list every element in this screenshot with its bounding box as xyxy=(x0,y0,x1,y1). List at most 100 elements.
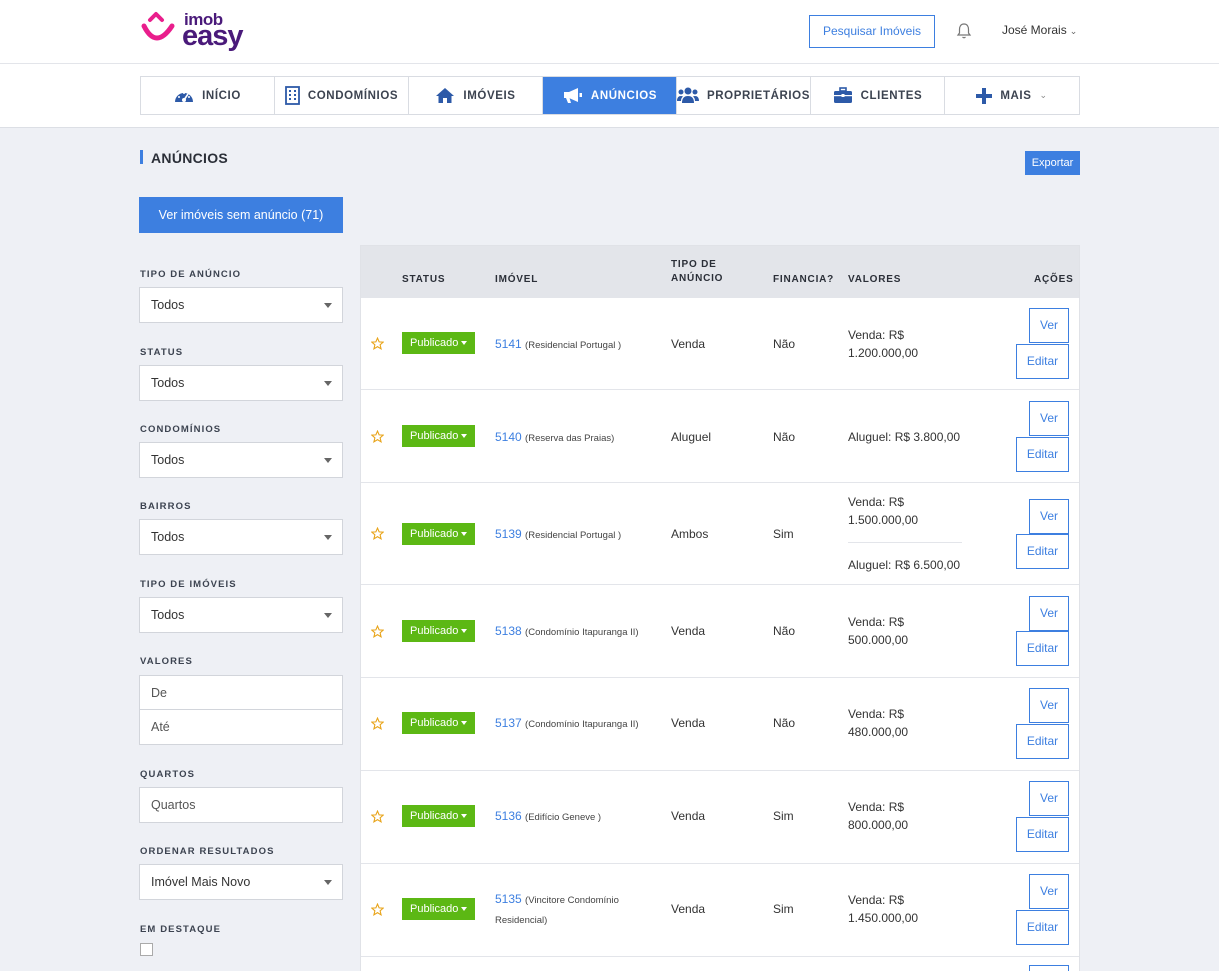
star-icon[interactable] xyxy=(371,717,384,730)
top-header: imob easy Pesquisar Imóveis José Morais ⌄ xyxy=(0,0,1219,64)
financia-cell: Sim xyxy=(773,902,794,916)
nav-item-anuncios[interactable]: ANÚNCIOS xyxy=(543,77,677,114)
tipo-anuncio-select[interactable]: Todos xyxy=(139,287,343,323)
bell-icon[interactable] xyxy=(955,22,973,40)
nav-item-imoveis[interactable]: IMÓVEIS xyxy=(409,77,543,114)
edit-button[interactable]: Editar xyxy=(1016,534,1069,569)
imovel-link[interactable]: 5135 xyxy=(495,892,522,906)
view-button[interactable]: Ver xyxy=(1029,308,1069,343)
filter-label-tipo-imoveis: TIPO DE IMÓVEIS xyxy=(140,579,237,590)
quartos-input[interactable]: Quartos xyxy=(139,787,343,823)
imovel-link[interactable]: 5139 xyxy=(495,527,522,541)
logo[interactable]: imob easy xyxy=(140,10,244,54)
status-dropdown[interactable]: Publicado xyxy=(402,805,475,827)
tipo-cell: Ambos xyxy=(671,527,709,541)
status-dropdown[interactable]: Publicado xyxy=(402,712,475,734)
briefcase-icon xyxy=(833,87,852,103)
status-dropdown[interactable]: Publicado xyxy=(402,523,475,545)
chevron-down-icon: ⌄ xyxy=(1069,26,1078,36)
user-menu[interactable]: José Morais ⌄ xyxy=(1002,23,1077,37)
th-acoes: AÇÕES xyxy=(1034,274,1074,285)
main-nav: INÍCIO CONDOMÍNIOS IMÓVEIS ANÚNCIOS PROP… xyxy=(140,76,1080,115)
ads-table: STATUS IMÓVEL TIPO DE ANÚNCIO FINANCIA? … xyxy=(360,245,1080,971)
imovel-link[interactable]: 5137 xyxy=(495,716,522,730)
logo-smile-icon xyxy=(141,12,175,41)
building-icon xyxy=(284,86,300,105)
financia-cell: Não xyxy=(773,624,796,638)
nav-item-proprietarios[interactable]: PROPRIETÁRIOS xyxy=(677,77,811,114)
valor-cell: Venda: R$ 800.000,00 xyxy=(848,800,909,832)
destaque-checkbox[interactable] xyxy=(140,943,153,956)
view-button[interactable] xyxy=(1029,965,1069,971)
star-icon[interactable] xyxy=(371,527,384,540)
tipo-cell: Venda xyxy=(671,624,706,638)
status-label: Publicado xyxy=(410,625,459,637)
nav-item-inicio[interactable]: INÍCIO xyxy=(141,77,275,114)
valor-ate-input[interactable]: Até xyxy=(139,709,343,745)
edit-button[interactable]: Editar xyxy=(1016,344,1069,379)
imovel-link[interactable]: 5136 xyxy=(495,809,522,823)
tipo-cell: Aluguel xyxy=(671,430,712,444)
star-icon[interactable] xyxy=(371,810,384,823)
financia-cell: Sim xyxy=(773,809,794,823)
nav-label: CONDOMÍNIOS xyxy=(307,89,399,102)
th-valores: VALORES xyxy=(848,274,902,285)
properties-without-ad-button[interactable]: Ver imóveis sem anúncio (71) xyxy=(139,197,343,233)
th-tipo-anuncio: TIPO DE ANÚNCIO xyxy=(671,259,724,284)
caret-down-icon xyxy=(324,613,332,618)
nav-item-clientes[interactable]: CLIENTES xyxy=(811,77,945,114)
financia-cell: Não xyxy=(773,716,796,730)
imovel-link[interactable]: 5140 xyxy=(495,430,522,444)
plus-icon xyxy=(976,87,993,104)
nav-label: ANÚNCIOS xyxy=(590,89,658,102)
status-dropdown[interactable]: Publicado xyxy=(402,425,475,447)
status-select[interactable]: Todos xyxy=(139,365,343,401)
status-dropdown[interactable]: Publicado xyxy=(402,898,475,920)
home-icon xyxy=(436,88,455,103)
valor-cell-secondary: Aluguel: R$ 6.500,00 xyxy=(848,558,961,572)
nav-item-mais[interactable]: MAIS ⌄ xyxy=(945,77,1079,114)
tipo-cell: Venda xyxy=(671,902,706,916)
filter-label-bairros: BAIRROS xyxy=(140,501,192,512)
bairros-select[interactable]: Todos xyxy=(139,519,343,555)
edit-button[interactable]: Editar xyxy=(1016,437,1069,472)
main-navbar: INÍCIO CONDOMÍNIOS IMÓVEIS ANÚNCIOS PROP… xyxy=(0,64,1219,128)
tipo-imoveis-select[interactable]: Todos xyxy=(139,597,343,633)
edit-button[interactable]: Editar xyxy=(1016,724,1069,759)
imovel-link[interactable]: 5138 xyxy=(495,624,522,638)
edit-button[interactable]: Editar xyxy=(1016,817,1069,852)
status-dropdown[interactable]: Publicado xyxy=(402,620,475,642)
imovel-link[interactable]: 5141 xyxy=(495,337,522,351)
table-row xyxy=(361,958,1079,971)
edit-button[interactable]: Editar xyxy=(1016,910,1069,945)
status-dropdown[interactable]: Publicado xyxy=(402,332,475,354)
select-value: Todos xyxy=(151,298,185,312)
view-button[interactable]: Ver xyxy=(1029,688,1069,723)
nav-item-condominios[interactable]: CONDOMÍNIOS xyxy=(275,77,409,114)
view-button[interactable]: Ver xyxy=(1029,499,1069,534)
star-icon[interactable] xyxy=(371,430,384,443)
view-button[interactable]: Ver xyxy=(1029,781,1069,816)
dashboard-icon xyxy=(175,91,194,102)
edit-button[interactable]: Editar xyxy=(1016,631,1069,666)
view-button[interactable]: Ver xyxy=(1029,874,1069,909)
export-button[interactable]: Exportar xyxy=(1025,151,1080,175)
logo-text-easy: easy xyxy=(182,20,244,52)
search-properties-button[interactable]: Pesquisar Imóveis xyxy=(809,15,935,48)
select-value: Todos xyxy=(151,608,185,622)
select-value: Imóvel Mais Novo xyxy=(151,875,251,889)
condominios-select[interactable]: Todos xyxy=(139,442,343,478)
ordenar-select[interactable]: Imóvel Mais Novo xyxy=(139,864,343,900)
view-button[interactable]: Ver xyxy=(1029,596,1069,631)
financia-cell: Sim xyxy=(773,527,794,541)
star-icon[interactable] xyxy=(371,903,384,916)
star-icon[interactable] xyxy=(371,625,384,638)
view-button[interactable]: Ver xyxy=(1029,401,1069,436)
star-icon[interactable] xyxy=(371,337,384,350)
user-name: José Morais xyxy=(1002,23,1067,37)
valor-de-input[interactable]: De xyxy=(139,675,343,711)
financia-cell: Não xyxy=(773,430,796,444)
imovel-name: (Reserva das Praias) xyxy=(525,433,615,444)
status-label: Publicado xyxy=(410,528,459,540)
imovel-cell: 5138 (Condomínio Itapuranga II) xyxy=(495,622,645,642)
